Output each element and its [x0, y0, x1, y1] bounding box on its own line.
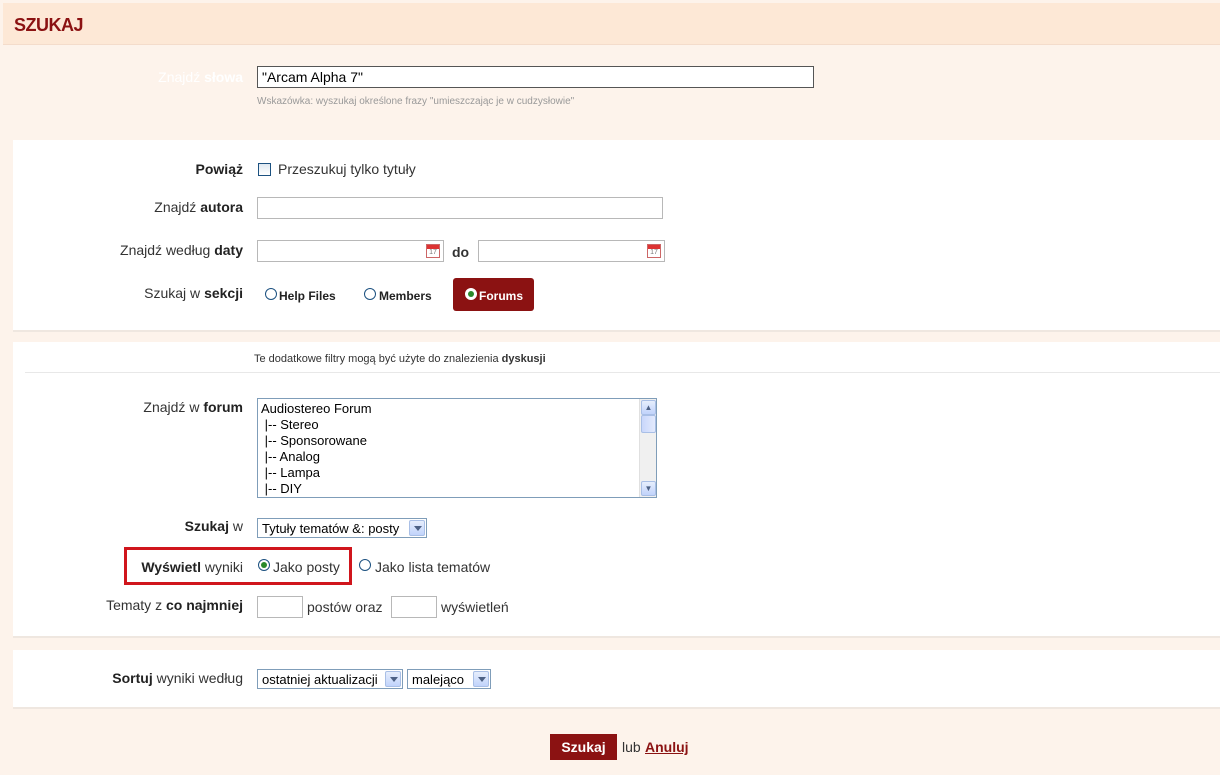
section-label: Szukaj w sekcji	[144, 285, 243, 301]
list-item[interactable]: |-- Analog	[261, 449, 653, 465]
display-radio-posts[interactable]	[258, 559, 270, 571]
search-submit-button[interactable]: Szukaj	[550, 734, 617, 760]
section-label-forums: Forums	[479, 289, 524, 303]
min-views-input[interactable]	[391, 596, 437, 618]
calendar-icon[interactable]: 17	[426, 244, 440, 258]
forum-filters-panel: Te dodatkowe filtry mogą być użyte do zn…	[13, 342, 1220, 638]
chevron-down-icon[interactable]	[473, 671, 489, 687]
section-option-forums[interactable]: Forums	[453, 278, 534, 311]
section-radio-forums[interactable]	[465, 288, 477, 300]
listbox-scrollbar[interactable]: ▲ ▼	[639, 399, 656, 497]
posts-and-label: postów oraz	[307, 599, 383, 615]
min-label: Tematy z co najmniej	[106, 597, 243, 613]
chevron-down-icon[interactable]	[409, 520, 425, 536]
list-item[interactable]: Audiostereo Forum	[261, 401, 653, 417]
section-label-members: Members	[379, 289, 432, 303]
chevron-down-icon[interactable]: ▼	[641, 481, 656, 496]
list-item[interactable]: |-- Stereo	[261, 417, 653, 433]
views-label: wyświetleń	[441, 599, 509, 615]
sort-label: Sortuj wyniki według	[112, 670, 243, 686]
sort-order-select[interactable]: malejąco	[407, 669, 491, 689]
calendar-icon[interactable]: 17	[647, 244, 661, 258]
chevron-down-icon[interactable]	[385, 671, 401, 687]
list-item[interactable]: |-- Lampa	[261, 465, 653, 481]
search-in-label: Szukaj w	[184, 518, 243, 534]
sort-order-value: malejąco	[412, 672, 465, 687]
keywords-input[interactable]	[257, 66, 814, 88]
author-input[interactable]	[257, 197, 663, 219]
forum-label: Znajdź w forum	[143, 399, 243, 415]
page-title: SZUKAJ	[14, 15, 84, 35]
section-radio-help-files[interactable]	[265, 288, 277, 300]
section-radio-members[interactable]	[364, 288, 376, 300]
author-label: Znajdź autora	[154, 199, 243, 215]
display-topics-label: Jako lista tematów	[375, 559, 491, 575]
display-label: Wyświetl wyniki	[141, 559, 243, 575]
display-posts-label: Jako posty	[273, 559, 340, 575]
min-posts-input[interactable]	[257, 596, 303, 618]
sort-panel: Sortuj wyniki według ostatniej aktualiza…	[13, 650, 1220, 709]
search-in-value: Tytuły tematów &: posty	[262, 521, 400, 536]
keywords-hint: Wskazówka: wyszukaj określone frazy "umi…	[257, 96, 575, 107]
titles-only-checkbox[interactable]	[258, 163, 271, 176]
or-label: lub	[622, 739, 641, 755]
forum-listbox[interactable]: Audiostereo Forum |-- Stereo |-- Sponsor…	[257, 398, 657, 498]
date-to-label: do	[452, 244, 470, 260]
date-to-input[interactable]: 17	[478, 240, 665, 262]
page-header: SZUKAJ	[3, 3, 1220, 45]
chevron-up-icon[interactable]: ▲	[641, 400, 656, 415]
divider	[25, 372, 1220, 373]
filters-note: Te dodatkowe filtry mogą być użyte do zn…	[254, 353, 546, 365]
keywords-label: Znajdź słowa	[158, 69, 243, 85]
section-label-help-files: Help Files	[279, 289, 336, 303]
search-in-select[interactable]: Tytuły tematów &: posty	[257, 518, 427, 538]
list-item[interactable]: |-- Sponsorowane	[261, 433, 653, 449]
date-from-input[interactable]: 17	[257, 240, 444, 262]
titles-only-label: Przeszukuj tylko tytuły	[278, 161, 416, 177]
search-options-panel: Powiąż Przeszukuj tylko tytuły Znajdź au…	[13, 140, 1220, 332]
link-label: Powiąż	[195, 161, 243, 177]
sort-by-select[interactable]: ostatniej aktualizacji	[257, 669, 403, 689]
list-item[interactable]: |-- DIY	[261, 481, 653, 497]
date-label: Znajdź według daty	[120, 242, 243, 258]
scrollbar-thumb[interactable]	[641, 415, 656, 433]
sort-by-value: ostatniej aktualizacji	[262, 672, 378, 687]
display-radio-topics[interactable]	[359, 559, 371, 571]
cancel-link[interactable]: Anuluj	[645, 739, 689, 755]
